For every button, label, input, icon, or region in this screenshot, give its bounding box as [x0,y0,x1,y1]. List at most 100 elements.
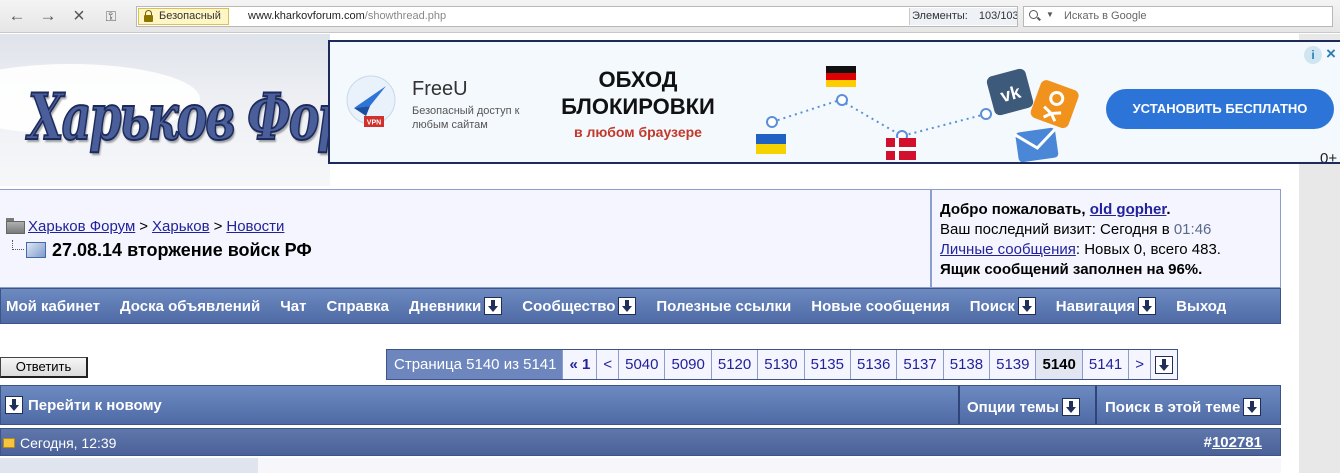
dropdown-arrow-icon[interactable] [1155,355,1173,374]
nav-blogs[interactable]: Дневники [409,297,503,315]
first-page-link[interactable]: « 1 [563,350,598,379]
nav-label: Выход [1176,297,1227,315]
private-messages-link[interactable]: Личные сообщения [940,241,1076,258]
back-icon[interactable]: ← [6,5,28,27]
post-number-link[interactable]: #102781 [1204,434,1262,451]
secure-badge[interactable]: Безопасный [138,8,229,25]
pm-line: Личные сообщения: Новых 0, всего 483. [940,240,1280,260]
nav-label: Доска объявлений [119,297,261,315]
page-link[interactable]: 5130 [758,350,805,379]
header-divider [958,386,960,424]
thread-options-menu[interactable]: Опции темы [967,388,1080,426]
goto-new-link[interactable]: Перейти к новому [5,386,162,424]
dropdown-arrow-icon [1061,398,1080,416]
last-visit-line: Ваш последний визит: Сегодня в 01:46 [940,220,1280,240]
nav-label: Поиск [969,297,1015,315]
current-page: 5140 [1036,350,1083,379]
nav-label: Сообщество [522,297,616,315]
nav-help[interactable]: Справка [326,298,388,315]
ukraine-flag-icon [756,134,786,154]
browser-toolbar: ← → × ⚿ Безопасный www.kharkovforum.com/… [0,0,1340,33]
next-page-link[interactable]: > [1129,350,1151,379]
page-link[interactable]: 5138 [943,350,991,379]
page-link[interactable]: 5141 [1082,350,1130,379]
ad-brand: FreeU [412,78,468,100]
ad-banner[interactable]: VPN FreeU Безопасный доступ к любым сайт… [328,40,1340,164]
breadcrumb-link-news[interactable]: Новости [226,218,284,235]
search-placeholder: Искать в Google [1064,10,1147,22]
ad-close-icon[interactable]: × [1326,44,1336,64]
welcome-suffix: . [1166,201,1171,218]
dropdown-arrow-icon[interactable] [618,297,637,315]
breadcrumb-separator: > [139,218,149,235]
nav-logout[interactable]: Выход [1176,298,1226,315]
nav-new-posts[interactable]: Новые сообщения [811,298,950,315]
nav-label: Полезные ссылки [656,297,792,315]
url-text[interactable]: www.kharkovforum.com/showthread.php [248,9,446,24]
dropdown-arrow-icon[interactable] [484,297,503,315]
lock-icon [144,10,153,22]
page-link[interactable]: 5040 [619,350,666,379]
reply-button[interactable]: Ответить [0,357,88,378]
page: Харьков Форум VPN FreeU Безопасный досту… [0,34,1340,473]
pagination-label: Страница 5140 из 5141 [387,350,564,379]
inbox-warning: Ящик сообщений заполнен на 96%. [940,261,1203,278]
post-number-prefix: # [1203,434,1212,451]
folder-icon [6,218,25,234]
nav-search[interactable]: Поиск [970,297,1036,315]
tree-connector [12,240,24,250]
ad-tagline: Безопасный доступ к любым сайтам [412,105,520,131]
dropdown-arrow-icon[interactable]: ▼ [1046,10,1054,19]
username-link[interactable]: old gopher [1090,201,1167,218]
stop-icon[interactable]: × [68,5,90,27]
forward-icon[interactable]: → [37,5,59,27]
ad-subline: в любом браузере [574,124,702,140]
page-link[interactable]: 5090 [665,350,712,379]
nav-classifieds[interactable]: Доска объявлений [120,298,260,315]
breadcrumb-link-kharkov[interactable]: Харьков [152,218,210,235]
page-link[interactable]: 5120 [711,350,759,379]
page-link[interactable]: 5135 [804,350,851,379]
dropdown-arrow-icon[interactable] [1017,297,1036,315]
freeu-logo-icon: VPN [346,75,396,127]
germany-flag-icon [826,66,856,87]
breadcrumb-separator: > [213,218,223,235]
thread-icon [26,242,46,258]
search-thread-menu[interactable]: Поиск в этой теме [1105,388,1262,426]
nav-label: Мой кабинет [6,297,100,315]
prev-page-link[interactable]: < [597,350,620,379]
page-title: 27.08.14 вторжение войск РФ [52,240,312,260]
logo-text: Харьков Форум [27,79,330,156]
post-header: Сегодня, 12:39 #102781 [0,428,1281,456]
nav-community[interactable]: Сообщество [522,297,637,315]
pagination-menu[interactable] [1151,350,1177,379]
ad-age-rating: 0+ [1320,150,1338,164]
google-search-box[interactable]: ▼ Искать в Google [1023,6,1333,27]
page-link[interactable]: 5136 [850,350,898,379]
post-number: 102781 [1211,434,1262,451]
ad-info-icon[interactable]: i [1304,46,1322,64]
welcome-line: Добро пожаловать, old gopher. [940,200,1280,220]
page-link[interactable]: 5137 [897,350,944,379]
nav-chat[interactable]: Чат [280,298,306,315]
nav-my-cabinet[interactable]: Мой кабинет [6,298,100,315]
nav-navigation[interactable]: Навигация [1056,297,1157,315]
post-author-column [0,458,258,473]
thread-header-bar: Перейти к новому Опции темы Поиск в этой… [0,385,1281,425]
dropdown-arrow-icon[interactable] [1138,297,1157,315]
elements-value: 103/103 [978,10,1017,22]
ad-headline-line2: БЛОКИРОВКИ [561,94,715,119]
elements-counter: Элементы: 103/103 [909,8,1017,25]
post-status-icon [3,438,15,448]
nav-useful-links[interactable]: Полезные ссылки [656,298,791,315]
key-icon[interactable]: ⚿ [100,5,122,27]
breadcrumb-link-forum[interactable]: Харьков Форум [28,218,135,235]
page-link[interactable]: 5139 [990,350,1037,379]
forum-logo[interactable]: Харьков Форум [0,34,330,186]
search-thread-label: Поиск в этой теме [1105,398,1241,416]
pm-counts: : Новых 0, всего 483. [1075,241,1221,258]
mail-icon [1014,127,1059,162]
header-divider [1095,386,1097,424]
address-bar[interactable]: Безопасный www.kharkovforum.com/showthre… [136,6,1018,27]
ad-install-button[interactable]: УСТАНОВИТЬ БЕСПЛАТНО [1106,89,1334,129]
